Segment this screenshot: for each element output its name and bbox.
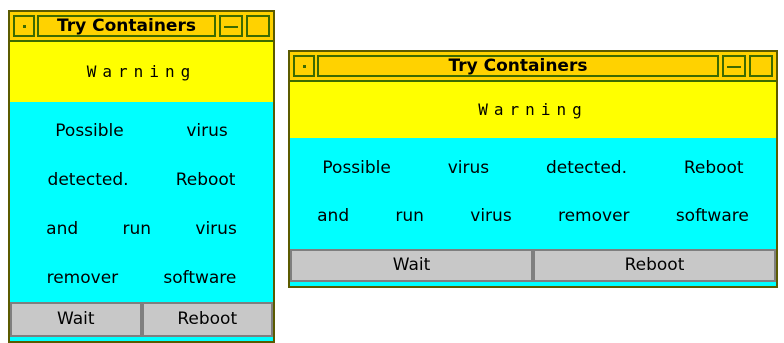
message-row: and run virus [10,204,273,253]
message-word: and [317,206,350,226]
message-word: Possible [55,120,124,141]
window-menu-icon[interactable] [13,15,35,37]
reboot-button[interactable]: Reboot [533,249,776,282]
message-word: virus [186,120,228,141]
message-word: software [163,267,237,288]
window-title: Try Containers [37,15,216,37]
button-bar: Wait Reboot [10,302,273,337]
minimize-icon[interactable] [722,55,746,77]
message-word: and [46,218,79,239]
wait-button[interactable]: Wait [290,249,533,282]
message-word: run [122,218,152,239]
message-word: virus [447,158,490,178]
button-bar: Wait Reboot [290,249,776,282]
message-word: detected. [545,158,627,178]
titlebar[interactable]: Try Containers [290,52,776,82]
message-word: Reboot [175,169,236,190]
maximize-icon[interactable] [749,55,773,77]
warning-label: Warning [10,42,273,102]
window-menu-icon[interactable] [293,55,315,77]
message-word: remover [46,267,119,288]
window-try-containers-large: Try Containers Warning Possible virus de… [288,50,778,288]
reboot-button[interactable]: Reboot [141,302,273,337]
message-area: Possible virus detected. Reboot and run … [290,144,776,240]
minimize-icon[interactable] [219,15,243,37]
message-word: virus [195,218,237,239]
window-title: Try Containers [317,55,719,77]
message-word: Possible [322,158,391,178]
window-try-containers-small: Try Containers Warning Possible virus de… [8,10,275,343]
message-row: Possible virus detected. Reboot [290,144,776,192]
warning-label: Warning [290,82,776,138]
message-row: detected. Reboot [10,155,273,204]
message-word: detected. [47,169,129,190]
maximize-icon[interactable] [246,15,270,37]
message-word: virus [470,206,512,226]
message-word: software [675,206,749,226]
message-area: Possible virus detected. Reboot and run … [10,106,273,302]
titlebar[interactable]: Try Containers [10,12,273,42]
wait-button[interactable]: Wait [10,302,142,337]
message-word: run [395,206,424,226]
message-word: Reboot [683,158,744,178]
message-word: remover [557,206,630,226]
message-row: remover software [10,253,273,302]
message-row: Possible virus [10,106,273,155]
message-row: and run virus remover software [290,192,776,240]
